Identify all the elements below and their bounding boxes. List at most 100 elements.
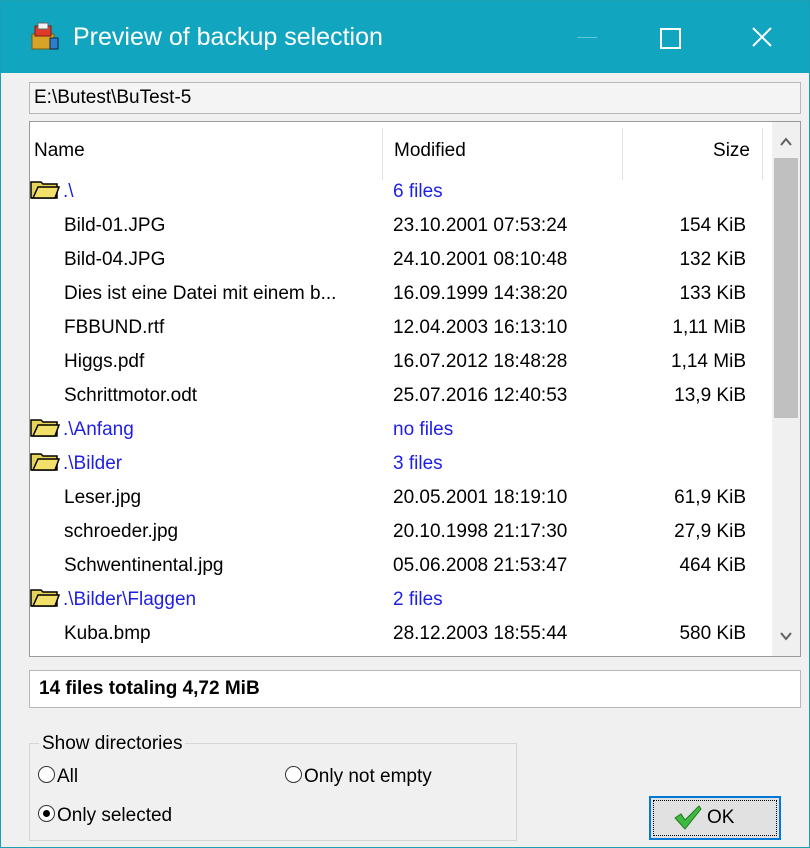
radio-circle[interactable] <box>38 805 55 823</box>
row-name-text: .\Bilder\Flaggen <box>63 589 197 610</box>
radio-circle[interactable] <box>38 766 55 784</box>
row-modified: 20.10.1998 21:17:30 <box>393 521 568 542</box>
row-name-text: Schwentinental.jpg <box>64 555 224 576</box>
close-button[interactable] <box>717 1 809 73</box>
file-row[interactable]: FBBUND.rtf 12.04.2003 16:13:10 1,11 MiB <box>30 311 772 345</box>
title-bar[interactable]: Preview of backup selection <box>1 1 809 73</box>
directory-row[interactable]: .\Anfang no files <box>30 413 772 447</box>
directory-row[interactable]: .\Bilder 3 files <box>30 447 772 481</box>
file-row[interactable]: Leser.jpg 20.05.2001 18:19:10 61,9 KiB <box>30 481 772 515</box>
selection-summary: 14 files totaling 4,72 MiB <box>29 670 801 708</box>
row-size: 27,9 KiB <box>674 521 746 542</box>
row-name: Leser.jpg <box>64 481 384 515</box>
radio-all[interactable]: All <box>38 765 78 789</box>
row-name-text: Bild-01.JPG <box>64 215 166 236</box>
row-name: .\Bilder <box>30 447 380 481</box>
ok-button[interactable]: OK <box>649 796 781 840</box>
column-header-name[interactable]: Name <box>34 122 85 180</box>
column-divider[interactable] <box>762 128 763 180</box>
file-row[interactable]: Higgs.pdf 16.07.2012 18:48:28 1,14 MiB <box>30 345 772 379</box>
row-modified: 2 files <box>393 589 443 610</box>
column-divider[interactable] <box>622 128 623 180</box>
list-header: Name Modified Size <box>30 122 772 180</box>
file-list[interactable]: Name Modified Size .\ 6 files Bild-01.JPG 2… <box>29 121 801 657</box>
row-modified: 25.07.2016 12:40:53 <box>393 385 568 406</box>
radio-circle[interactable] <box>285 766 302 784</box>
row-name-text: FBBUND.rtf <box>64 317 165 338</box>
folder-icon <box>30 181 60 199</box>
column-header-modified[interactable]: Modified <box>394 122 466 180</box>
path-display: E:\Butest\BuTest-5 <box>29 82 801 114</box>
row-name-text: .\Anfang <box>63 419 134 440</box>
row-name-text: .\ <box>63 181 74 202</box>
scrollbar-thumb[interactable] <box>774 158 798 418</box>
row-size: 61,9 KiB <box>674 487 746 508</box>
folder-icon <box>30 453 60 471</box>
row-name: Schwentinental.jpg <box>64 549 384 583</box>
file-row[interactable]: Schwentinental.jpg 05.06.2008 21:53:47 464… <box>30 549 772 583</box>
scroll-up-icon[interactable] <box>772 128 800 156</box>
row-name: Bild-01.JPG <box>64 209 384 243</box>
minimize-button[interactable] <box>541 1 633 73</box>
row-size: 1,14 MiB <box>671 351 746 372</box>
column-divider[interactable] <box>382 128 383 180</box>
row-modified: no files <box>393 419 454 440</box>
row-name: Kuba.bmp <box>64 617 384 651</box>
row-name: schroeder.jpg <box>64 515 384 549</box>
row-modified: 24.10.2001 08:10:48 <box>393 249 568 270</box>
backup-app-icon <box>31 22 59 50</box>
row-modified: 16.07.2012 18:48:28 <box>393 351 568 372</box>
row-size: 13,9 KiB <box>674 385 746 406</box>
row-name-text: Bild-04.JPG <box>64 249 166 270</box>
row-name: Bild-04.JPG <box>64 243 384 277</box>
radio-label-only-not-empty: Only not empty <box>304 766 432 787</box>
file-row[interactable]: Dies ist eine Datei mit einem b... 16.09.… <box>30 277 772 311</box>
directory-row[interactable]: .\Bilder\Flaggen 2 files <box>30 583 772 617</box>
maximize-button[interactable] <box>629 1 721 73</box>
close-icon <box>752 27 772 47</box>
column-header-size[interactable]: Size <box>650 122 750 180</box>
scroll-down-icon[interactable] <box>772 622 800 650</box>
row-size: 132 KiB <box>679 249 746 270</box>
row-name-text: schroeder.jpg <box>64 521 179 542</box>
row-size: 1,11 MiB <box>672 317 746 338</box>
row-name-text: Schrittmotor.odt <box>64 385 198 406</box>
file-row[interactable]: Kuba.bmp 28.12.2003 18:55:44 580 KiB <box>30 617 772 651</box>
folder-icon <box>30 589 60 607</box>
row-modified: 28.12.2003 18:55:44 <box>393 623 568 644</box>
show-directories-title: Show directories <box>39 732 186 756</box>
radio-selected-dot <box>43 810 50 818</box>
row-modified: 12.04.2003 16:13:10 <box>393 317 568 338</box>
row-name-text: Leser.jpg <box>64 487 142 508</box>
row-name: Higgs.pdf <box>64 345 384 379</box>
row-name-text: Dies ist eine Datei mit einem b... <box>64 283 337 304</box>
row-modified: 20.05.2001 18:19:10 <box>393 487 568 508</box>
row-size: 154 KiB <box>679 215 746 236</box>
window-title: Preview of backup selection <box>73 23 383 51</box>
row-modified: 05.06.2008 21:53:47 <box>393 555 568 576</box>
row-name: .\Anfang <box>30 413 380 447</box>
preview-window: Preview of backup selection E:\Butest\Bu… <box>0 0 810 848</box>
list-rows: .\ 6 files Bild-01.JPG 23.10.2001 07:53:24 1… <box>30 175 772 651</box>
vertical-scrollbar[interactable] <box>772 122 800 656</box>
row-modified: 23.10.2001 07:53:24 <box>393 215 568 236</box>
row-modified: 16.09.1999 14:38:20 <box>393 283 568 304</box>
row-name: Dies ist eine Datei mit einem b... <box>64 277 384 311</box>
directory-row[interactable]: .\ 6 files <box>30 175 772 209</box>
row-modified: 3 files <box>393 453 443 474</box>
row-size: 133 KiB <box>679 283 746 304</box>
row-name: FBBUND.rtf <box>64 311 384 345</box>
file-row[interactable]: Schrittmotor.odt 25.07.2016 12:40:53 13,9 … <box>30 379 772 413</box>
row-size: 580 KiB <box>679 623 746 644</box>
row-name-text: .\Bilder <box>63 453 123 474</box>
checkmark-icon <box>674 805 702 830</box>
file-row[interactable]: Bild-04.JPG 24.10.2001 08:10:48 132 KiB <box>30 243 772 277</box>
radio-only-not-empty[interactable]: Only not empty <box>285 765 432 789</box>
file-row[interactable]: Bild-01.JPG 23.10.2001 07:53:24 154 KiB <box>30 209 772 243</box>
ok-label: OK <box>707 807 735 828</box>
minimize-icon <box>577 37 597 38</box>
maximize-icon <box>660 28 681 49</box>
folder-icon <box>30 419 60 437</box>
radio-only-selected[interactable]: Only selected <box>38 804 172 828</box>
file-row[interactable]: schroeder.jpg 20.10.1998 21:17:30 27,9 KiB <box>30 515 772 549</box>
